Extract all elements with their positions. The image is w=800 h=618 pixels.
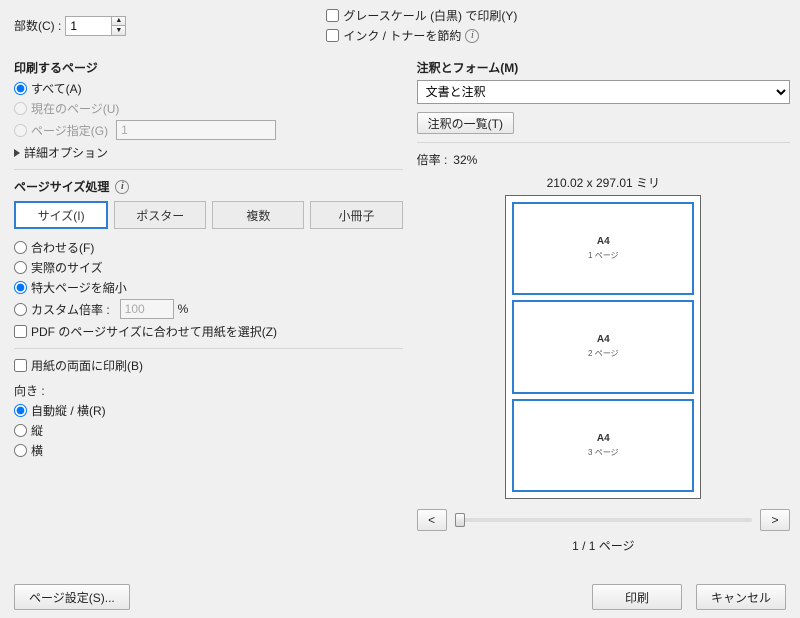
copies-down-icon[interactable]: ▼ [111,25,126,36]
orient-portrait-label: 縦 [31,422,43,439]
prev-page-button[interactable]: < [417,509,447,531]
range-all-label: すべて(A) [31,80,82,97]
scale-value: 32% [453,153,477,167]
page-sizing-title: ページサイズ処理 [14,178,109,195]
range-current-label: 現在のページ(U) [31,100,119,117]
orient-auto-label: 自動縦 / 横(R) [31,402,106,419]
range-pages-radio[interactable] [14,124,27,137]
grayscale-label: グレースケール (白黒) で印刷(Y) [343,7,517,24]
preview-area: A4 1 ページ A4 2 ページ A4 3 ページ [505,195,701,499]
info-icon[interactable]: i [465,29,479,43]
size-custom-label: カスタム倍率 : [31,301,110,318]
size-custom-radio[interactable] [14,303,27,316]
page-setup-button[interactable]: ページ設定(S)... [14,584,130,610]
info-icon[interactable]: i [115,180,129,194]
copies-spinner[interactable]: ▲ ▼ [65,16,126,36]
tab-booklet[interactable]: 小冊子 [310,201,402,229]
orient-landscape-label: 横 [31,442,43,459]
range-pages-input [116,120,276,140]
range-all-radio[interactable] [14,82,27,95]
size-actual-radio[interactable] [14,261,27,274]
forms-combo[interactable]: 文書と注釈 [417,80,790,104]
copies-input[interactable] [65,16,111,36]
size-shrink-label: 特大ページを縮小 [31,279,127,296]
scale-label: 倍率 : [417,151,448,168]
copies-up-icon[interactable]: ▲ [111,16,126,26]
copies-group: 部数(C) : ▲ ▼ [14,16,126,36]
summarize-comments-button[interactable]: 注釈の一覧(T) [417,112,514,134]
tab-poster[interactable]: ポスター [114,201,206,229]
range-pages-label: ページ指定(G) [31,122,108,139]
print-range-title: 印刷するページ [14,59,403,76]
choose-paper-checkbox[interactable] [14,325,27,338]
expand-icon[interactable] [14,149,20,157]
save-ink-checkbox[interactable] [326,29,339,42]
preview-page-3: A4 3 ページ [512,399,694,492]
range-current-radio[interactable] [14,102,27,115]
grayscale-checkbox[interactable] [326,9,339,22]
duplex-checkbox[interactable] [14,359,27,372]
next-page-button[interactable]: > [760,509,790,531]
save-ink-label: インク / トナーを節約 [343,27,461,44]
preview-dimensions: 210.02 x 297.01 ミリ [417,174,790,191]
size-shrink-radio[interactable] [14,281,27,294]
cancel-button[interactable]: キャンセル [696,584,786,610]
size-fit-label: 合わせる(F) [31,239,94,256]
tab-multiple[interactable]: 複数 [212,201,304,229]
orient-auto-radio[interactable] [14,404,27,417]
preview-page-2: A4 2 ページ [512,300,694,393]
orientation-title: 向き : [14,382,403,399]
print-button[interactable]: 印刷 [592,584,682,610]
choose-paper-label: PDF のページサイズに合わせて用紙を選択(Z) [31,323,277,340]
custom-scale-input [120,299,174,319]
advanced-options[interactable]: 詳細オプション [24,144,108,161]
page-slider[interactable] [455,518,752,522]
slider-thumb-icon[interactable] [455,513,465,527]
size-actual-label: 実際のサイズ [31,259,103,276]
copies-label: 部数(C) : [14,17,61,34]
page-counter: 1 / 1 ページ [417,537,790,554]
preview-page-1: A4 1 ページ [512,202,694,295]
orient-landscape-radio[interactable] [14,444,27,457]
orient-portrait-radio[interactable] [14,424,27,437]
duplex-label: 用紙の両面に印刷(B) [31,357,143,374]
tab-size[interactable]: サイズ(I) [14,201,108,229]
size-fit-radio[interactable] [14,241,27,254]
forms-title: 注釈とフォーム(M) [417,59,790,76]
percent-label: % [178,302,189,316]
